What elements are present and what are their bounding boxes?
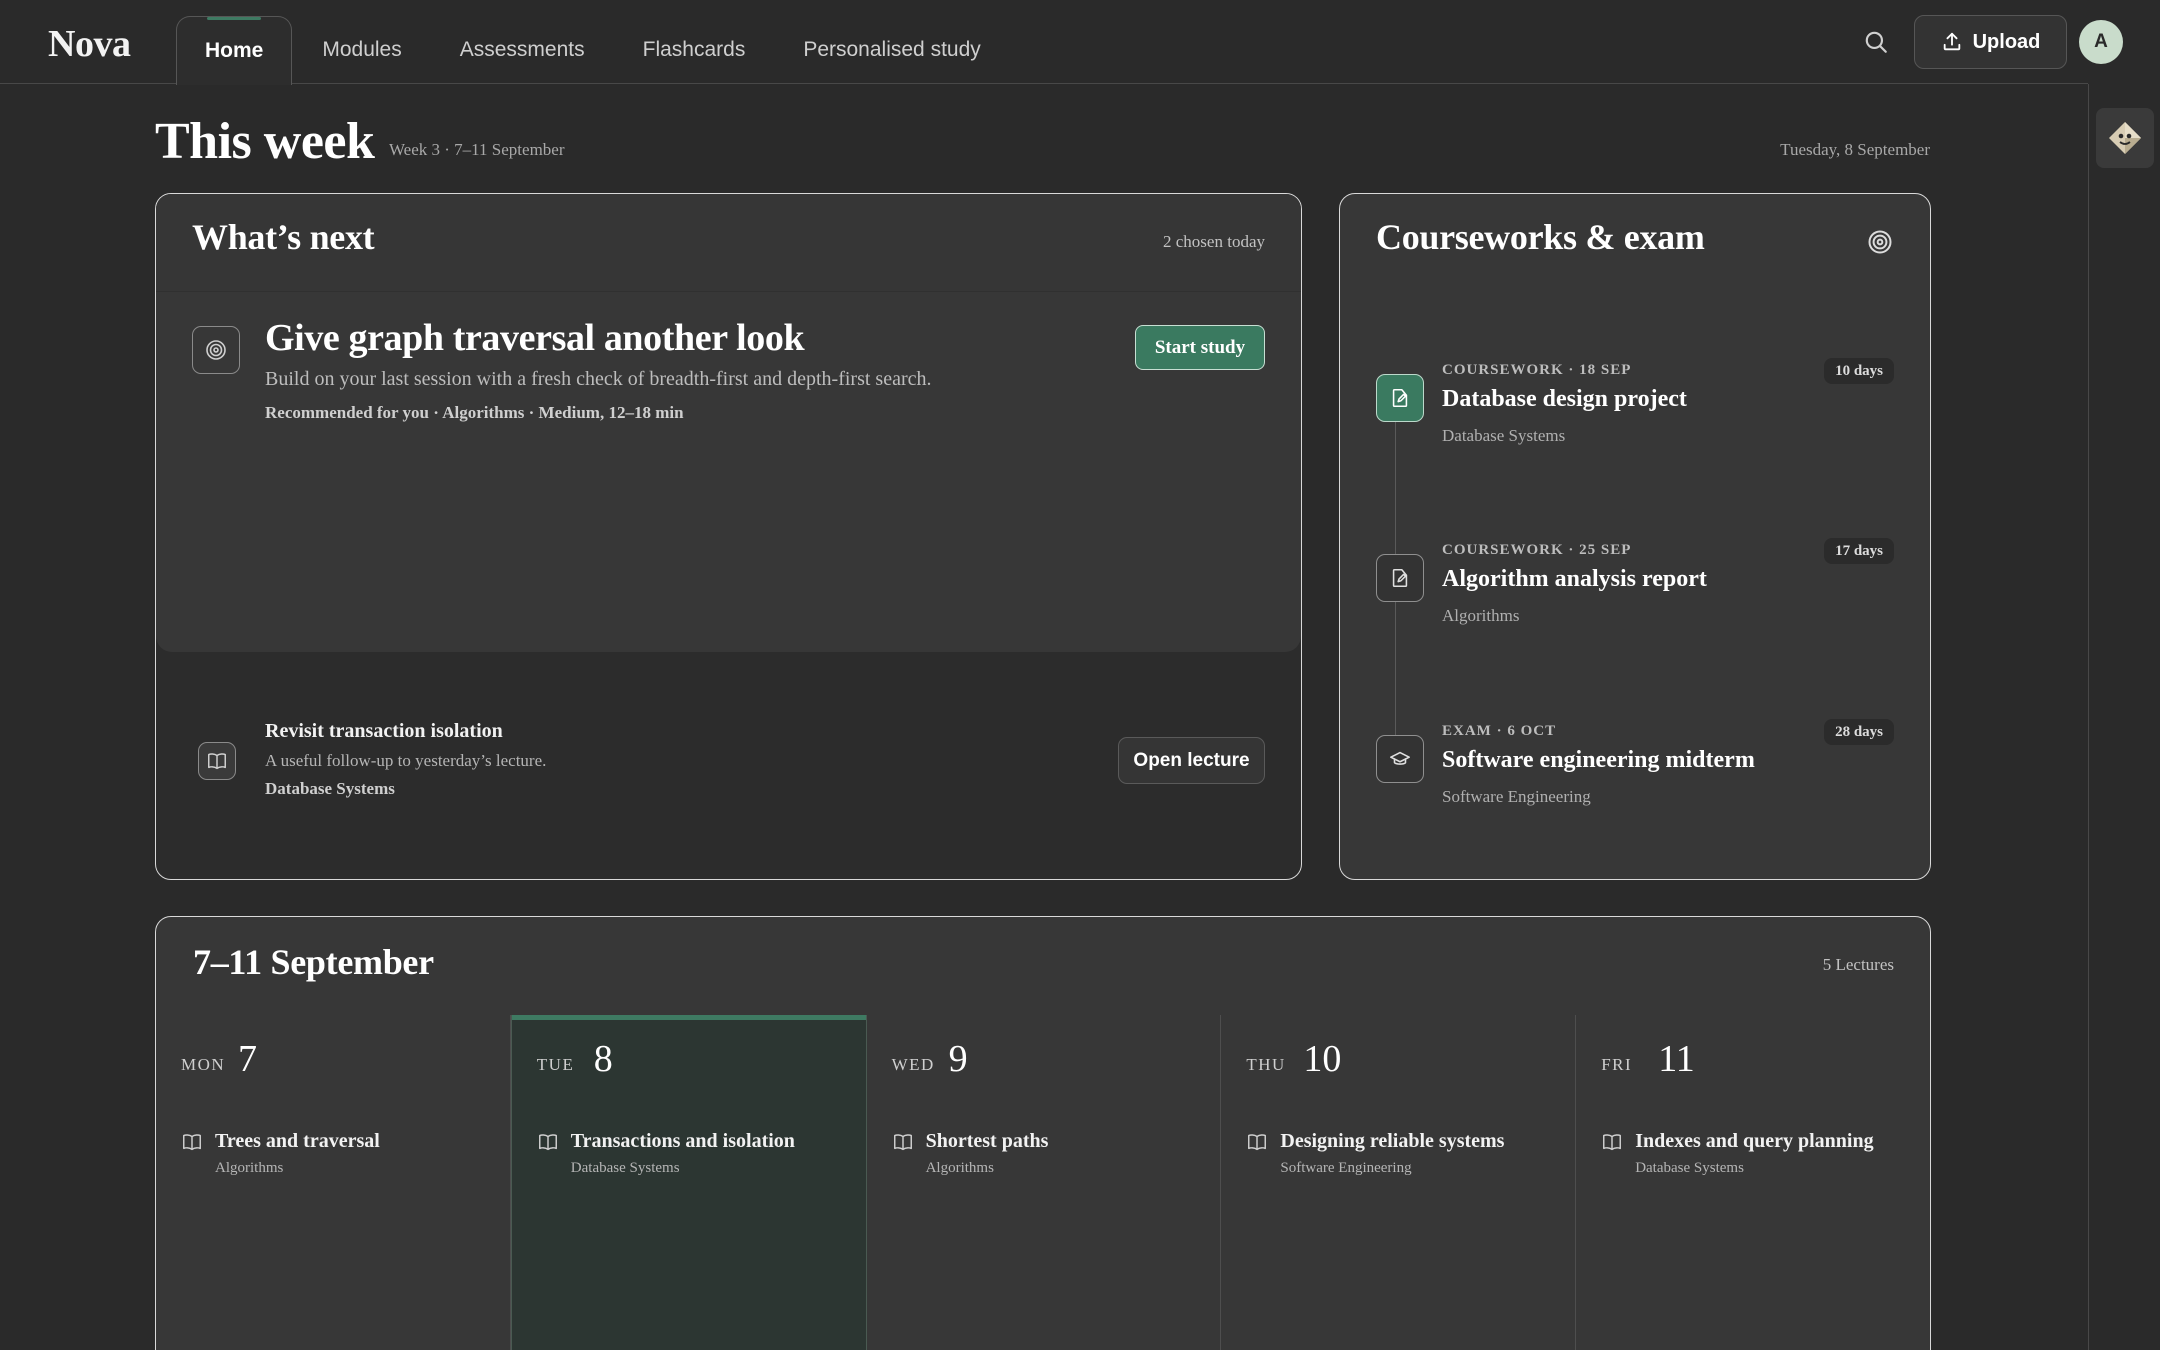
day-number: 10 — [1303, 1038, 1342, 1080]
deadline-module: Database Systems — [1442, 426, 1566, 445]
search-button[interactable] — [1858, 24, 1894, 60]
deadlines-target-button[interactable] — [1866, 228, 1894, 261]
avatar[interactable]: A — [2079, 20, 2123, 64]
tab-home[interactable]: Home — [176, 16, 293, 85]
upload-icon — [1943, 32, 1960, 51]
day-number: 9 — [948, 1038, 968, 1080]
day-column: THU 10 Designing reliable systems Softwa… — [1221, 1015, 1577, 1350]
deadline-title: Software engineering midterm — [1442, 747, 1755, 773]
search-icon — [1865, 31, 1887, 53]
lecture-module: Algorithms — [215, 1160, 284, 1176]
days-remaining-badge: 17 days — [1824, 538, 1894, 564]
upload-label: Upload — [1972, 30, 2041, 53]
secondary-description: A useful follow-up to yesterday’s lectur… — [265, 751, 547, 770]
whats-next-card: What’s next 2 chosen today Give graph tr… — [155, 193, 1302, 880]
secondary-module: Database Systems — [265, 779, 395, 798]
day-number: 11 — [1658, 1038, 1695, 1080]
tab-modules[interactable]: Modules — [294, 16, 429, 84]
day-column-today: TUE 8 Transactions and isolation Databas… — [510, 1015, 867, 1350]
primary-recommendation[interactable]: Give graph traversal another look Build … — [156, 292, 1301, 652]
tab-assessments[interactable]: Assessments — [432, 16, 613, 84]
day-number: 7 — [238, 1038, 257, 1080]
book-icon — [893, 1134, 912, 1151]
today-date: Tuesday, 8 September — [1780, 140, 1930, 159]
whats-next-count: 2 chosen today — [1163, 232, 1265, 251]
deadline-title: Database design project — [1442, 386, 1687, 412]
book-icon-box — [198, 742, 236, 780]
lecture-module: Database Systems — [1635, 1160, 1744, 1176]
book-icon — [1603, 1134, 1622, 1151]
lecture-title[interactable]: Indexes and query planning — [1635, 1130, 1873, 1153]
primary-meta: Recommended for you · Algorithms · Mediu… — [265, 403, 684, 422]
deadline-kicker: COURSEWORK · 18 SEP — [1442, 362, 1632, 378]
upload-button[interactable]: Upload — [1914, 15, 2067, 69]
day-name: WED — [891, 1055, 935, 1074]
tab-personalised-study[interactable]: Personalised study — [775, 16, 1008, 84]
primary-title: Give graph traversal another look — [265, 317, 805, 359]
app-logo[interactable]: Nova — [48, 22, 131, 66]
day-name: TUE — [536, 1055, 575, 1074]
deadline-module: Algorithms — [1442, 606, 1520, 625]
days-remaining-badge: 28 days — [1824, 719, 1894, 745]
day-column: FRI 11 Indexes and query planning Databa… — [1576, 1015, 1930, 1350]
tab-flashcards[interactable]: Flashcards — [615, 16, 774, 84]
whats-next-header: What’s next 2 chosen today — [156, 194, 1301, 292]
book-icon — [183, 1134, 201, 1151]
primary-description: Build on your last session with a fresh … — [265, 368, 932, 390]
week-schedule-title: 7–11 September — [193, 942, 434, 982]
deadline-item[interactable]: COURSEWORK · 25 SEP Algorithm analysis r… — [1340, 538, 1930, 662]
week-days: MON 7 Trees and traversal Algorithms TUE… — [156, 1015, 1930, 1350]
deadlines-title: Courseworks & exam — [1376, 217, 1705, 257]
deadline-item[interactable]: EXAM · 6 OCT Software engineering midter… — [1340, 719, 1930, 843]
deadline-module: Software Engineering — [1442, 787, 1591, 806]
week-schedule-card: 7–11 September 5 Lectures MON 7 Trees an… — [155, 916, 1931, 1350]
day-number: 8 — [593, 1038, 613, 1080]
days-remaining-badge: 10 days — [1824, 358, 1894, 384]
deadlines-card: Courseworks & exam COURSEWORK · 18 SEP D… — [1339, 193, 1931, 880]
lecture-module: Database Systems — [570, 1160, 680, 1176]
start-study-button[interactable]: Start study — [1135, 325, 1265, 370]
assistant-logo-icon — [2109, 122, 2141, 154]
target-icon-box — [192, 326, 240, 374]
week-subtitle: Week 3 · 7–11 September — [389, 140, 565, 159]
deadline-item[interactable]: COURSEWORK · 18 SEP Database design proj… — [1340, 358, 1930, 482]
lecture-title[interactable]: Transactions and isolation — [571, 1130, 795, 1153]
day-name: FRI — [1601, 1055, 1633, 1074]
lecture-module: Algorithms — [925, 1160, 994, 1176]
edit-document-icon — [1376, 374, 1424, 422]
day-name: MON — [181, 1055, 226, 1074]
right-rail — [2088, 84, 2160, 1350]
open-lecture-button[interactable]: Open lecture — [1118, 737, 1265, 784]
lecture-title[interactable]: Designing reliable systems — [1280, 1130, 1504, 1153]
deadline-title: Algorithm analysis report — [1442, 566, 1707, 592]
secondary-title[interactable]: Revisit transaction isolation — [265, 720, 503, 743]
lecture-count: 5 Lectures — [1822, 955, 1894, 974]
target-icon — [1868, 230, 1892, 254]
whats-next-title: What’s next — [192, 217, 375, 257]
book-icon — [538, 1134, 557, 1151]
day-column: WED 9 Shortest paths Algorithms — [867, 1015, 1222, 1350]
book-icon — [208, 753, 226, 770]
day-name: THU — [1246, 1055, 1286, 1074]
day-column: MON 7 Trees and traversal Algorithms — [156, 1015, 511, 1350]
lecture-title[interactable]: Shortest paths — [926, 1130, 1049, 1153]
edit-document-icon — [1376, 554, 1424, 602]
top-bar: Nova Home Modules Assessments Flashcards… — [0, 0, 2123, 85]
assistant-button[interactable] — [2096, 108, 2154, 168]
lecture-title[interactable]: Trees and traversal — [215, 1130, 380, 1153]
main-nav: Home Modules Assessments Flashcards Pers… — [176, 16, 1011, 85]
graduation-cap-icon — [1376, 735, 1424, 783]
deadline-kicker: COURSEWORK · 25 SEP — [1442, 542, 1632, 558]
book-icon — [1248, 1134, 1267, 1151]
lecture-module: Software Engineering — [1280, 1160, 1412, 1176]
page-title: This week — [155, 113, 375, 170]
target-icon — [206, 340, 226, 360]
deadline-kicker: EXAM · 6 OCT — [1442, 723, 1557, 739]
